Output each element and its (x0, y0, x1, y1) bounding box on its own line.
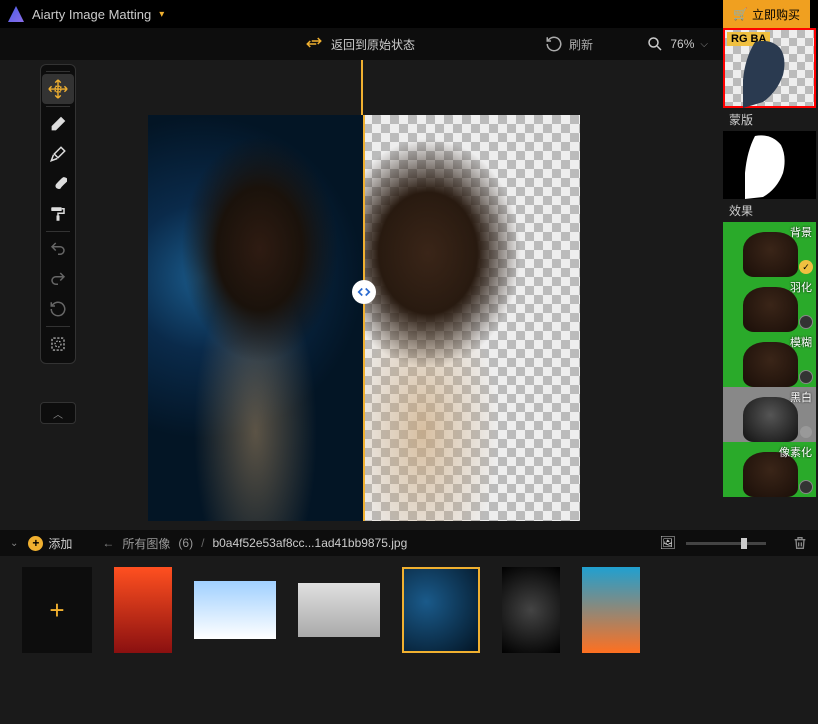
comparison-divider[interactable] (363, 115, 365, 521)
eraser-tool[interactable] (42, 109, 74, 139)
radio-icon (799, 480, 813, 494)
brush-icon (49, 175, 67, 193)
filmstrip-thumb[interactable] (502, 567, 560, 653)
add-image-button[interactable]: + 添加 (28, 535, 72, 552)
refresh-button[interactable]: 刷新 (545, 35, 593, 53)
undo-button[interactable] (42, 234, 74, 264)
filmstrip-thumb[interactable] (114, 567, 172, 653)
effects-section-label: 效果 (723, 199, 818, 222)
chevron-up-icon: ︿ (53, 406, 63, 421)
chevron-down-icon: ⌵ (700, 39, 708, 50)
reset-tool[interactable] (42, 294, 74, 324)
refresh-icon (545, 35, 563, 53)
marquee-tool[interactable] (42, 329, 74, 359)
image-count: (6) (178, 536, 193, 550)
paint-roller-icon (49, 205, 67, 223)
effect-blackwhite[interactable]: 黑白 (723, 387, 816, 442)
effect-label: 背景 (790, 224, 812, 240)
rgba-preview[interactable]: RG BA (723, 28, 816, 108)
effect-label: 模糊 (790, 334, 812, 350)
right-panel: RG BA 蒙版 效果 背景 ✓ 羽化 模糊 黑白 像素化 (723, 28, 818, 523)
app-logo-icon (8, 6, 24, 22)
add-label: 添加 (48, 535, 72, 552)
filmstrip: + (0, 560, 818, 660)
effect-background[interactable]: 背景 ✓ (723, 222, 816, 277)
canvas-result (363, 115, 580, 521)
reset-button[interactable]: 返回到原始状态 (305, 35, 415, 53)
titlebar: Aiarty Image Matting ▾ 🛒 立即购买 (0, 0, 818, 28)
image-icon: 🖼 (659, 535, 676, 551)
filmstrip-thumb-selected[interactable] (402, 567, 480, 653)
brush-restore-icon (49, 145, 67, 163)
effect-pixelate[interactable]: 像素化 (723, 442, 816, 497)
plus-icon: + (49, 595, 64, 626)
swap-icon (305, 35, 323, 53)
mask-preview[interactable] (723, 131, 816, 199)
effect-label: 羽化 (790, 279, 812, 295)
buy-label: 立即购买 (752, 6, 800, 23)
app-title: Aiarty Image Matting (32, 7, 151, 22)
move-tool[interactable] (42, 74, 74, 104)
brush-tool[interactable] (42, 169, 74, 199)
brush-restore-tool[interactable] (42, 139, 74, 169)
filmstrip-thumb[interactable] (194, 581, 276, 639)
refresh-label: 刷新 (569, 36, 593, 53)
reset-label: 返回到原始状态 (331, 36, 415, 53)
effect-label: 黑白 (790, 389, 812, 405)
marquee-icon (49, 335, 67, 353)
chevron-down-icon[interactable]: ▾ (159, 9, 164, 20)
slider-arrows-icon (357, 285, 371, 299)
effect-feather[interactable]: 羽化 (723, 277, 816, 332)
filename: b0a4f52e53af8cc...1ad41bb9875.jpg (212, 536, 407, 550)
titlebar-left: Aiarty Image Matting ▾ (8, 6, 164, 22)
canvas (148, 115, 580, 521)
eraser-icon (49, 115, 67, 133)
trash-icon[interactable] (792, 535, 808, 551)
all-images-label[interactable]: 所有图像 (122, 535, 170, 552)
radio-icon (799, 315, 813, 329)
comparison-slider-handle[interactable] (352, 280, 376, 304)
radio-icon (799, 370, 813, 384)
zoom-icon (646, 35, 664, 53)
breadcrumb: ← 所有图像 (6) / b0a4f52e53af8cc...1ad41bb98… (102, 535, 407, 552)
chevron-down-icon[interactable]: ⌄ (10, 538, 18, 549)
canvas-original (148, 115, 363, 521)
filmstrip-add-button[interactable]: + (22, 567, 92, 653)
paint-roller-tool[interactable] (42, 199, 74, 229)
filmstrip-thumb[interactable] (298, 583, 380, 637)
filmstrip-thumb[interactable] (582, 567, 640, 653)
back-icon[interactable]: ← (102, 536, 114, 550)
left-toolbar (40, 64, 76, 364)
effect-blur[interactable]: 模糊 (723, 332, 816, 387)
thumbnail-size-slider[interactable] (686, 542, 766, 545)
check-icon: ✓ (799, 260, 813, 274)
toolbar-collapse-button[interactable]: ︿ (40, 402, 76, 424)
buy-button[interactable]: 🛒 立即购买 (723, 0, 810, 28)
zoom-control[interactable]: 76% ⌵ (646, 35, 708, 53)
effect-label: 像素化 (779, 444, 812, 460)
move-icon (47, 78, 69, 100)
plus-icon: + (28, 536, 43, 551)
reset-icon (49, 300, 67, 318)
top-controls: 返回到原始状态 刷新 76% ⌵ (0, 28, 818, 60)
radio-icon (799, 425, 813, 439)
redo-icon (49, 270, 67, 288)
bottom-bar: ⌄ + 添加 ← 所有图像 (6) / b0a4f52e53af8cc...1a… (0, 530, 818, 556)
redo-button[interactable] (42, 264, 74, 294)
comparison-divider-top (361, 60, 363, 115)
zoom-value: 76% (670, 37, 694, 51)
cart-icon: 🛒 (733, 7, 748, 21)
mask-section-label: 蒙版 (723, 108, 818, 131)
undo-icon (49, 240, 67, 258)
